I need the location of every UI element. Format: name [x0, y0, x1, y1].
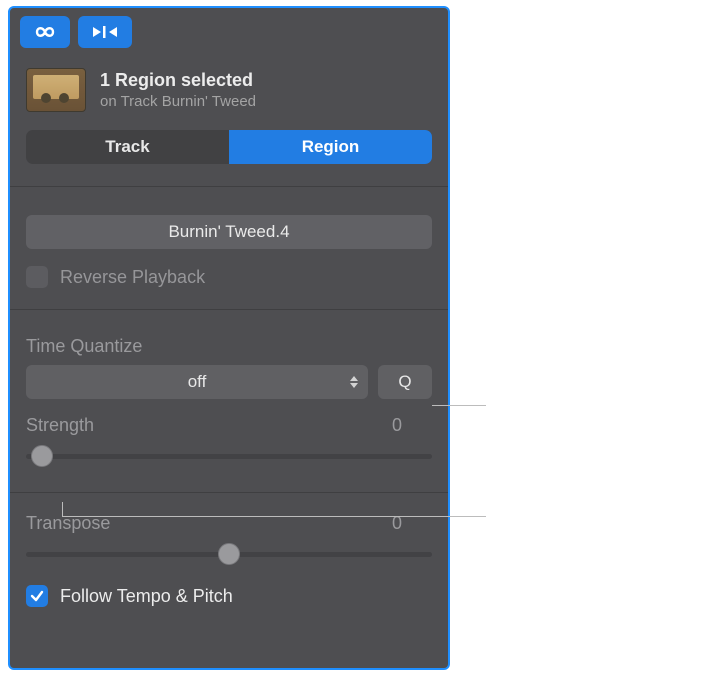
- reverse-playback-label: Reverse Playback: [60, 267, 205, 288]
- tab-region[interactable]: Region: [229, 130, 432, 164]
- strength-slider-track: [26, 454, 432, 459]
- strength-row: Strength 0: [26, 415, 402, 436]
- reverse-playback-checkbox[interactable]: [26, 266, 48, 288]
- time-quantize-row: off Q: [26, 365, 432, 399]
- track-region-segmented-control: Track Region: [26, 130, 432, 164]
- updown-arrows-icon: [350, 376, 358, 388]
- strength-slider[interactable]: [26, 442, 432, 470]
- callout-leader: [432, 405, 486, 406]
- divider: [10, 309, 448, 310]
- divider: [10, 186, 448, 187]
- loop-icon: [31, 24, 59, 40]
- track-thumbnail: [26, 68, 86, 112]
- top-toolbar: [10, 8, 448, 52]
- catch-playhead-icon: [90, 23, 120, 41]
- strength-label: Strength: [26, 415, 94, 436]
- transpose-slider[interactable]: [26, 540, 432, 568]
- region-inspector-panel: 1 Region selected on Track Burnin' Tweed…: [8, 6, 450, 670]
- catch-playhead-button[interactable]: [78, 16, 132, 48]
- time-quantize-dropdown[interactable]: off: [26, 365, 368, 399]
- follow-tempo-pitch-row: Follow Tempo & Pitch: [26, 582, 432, 610]
- transpose-slider-thumb[interactable]: [218, 543, 240, 565]
- transpose-slider-track: [26, 552, 432, 557]
- time-quantize-label: Time Quantize: [26, 336, 432, 357]
- tab-track[interactable]: Track: [26, 130, 229, 164]
- selection-title: 1 Region selected: [100, 70, 256, 91]
- callout-leader: [62, 516, 486, 517]
- selection-header: 1 Region selected on Track Burnin' Tweed: [10, 52, 448, 124]
- selection-header-text: 1 Region selected on Track Burnin' Tweed: [100, 70, 256, 110]
- follow-tempo-pitch-checkbox[interactable]: [26, 585, 48, 607]
- loop-icon-button[interactable]: [20, 16, 70, 48]
- follow-tempo-pitch-label: Follow Tempo & Pitch: [60, 586, 233, 607]
- region-name-field[interactable]: Burnin' Tweed.4: [26, 215, 432, 249]
- time-quantize-value: off: [188, 372, 207, 392]
- reverse-playback-row: Reverse Playback: [26, 263, 432, 291]
- callout-leader: [62, 502, 63, 516]
- divider: [10, 492, 448, 493]
- strength-value: 0: [392, 415, 402, 436]
- selection-subtitle: on Track Burnin' Tweed: [100, 93, 256, 110]
- strength-slider-thumb[interactable]: [31, 445, 53, 467]
- quantize-button[interactable]: Q: [378, 365, 432, 399]
